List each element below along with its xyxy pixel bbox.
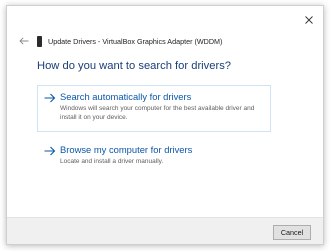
update-drivers-dialog: Update Drivers - VirtualBox Graphics Ada…	[6, 5, 324, 245]
close-icon	[305, 16, 313, 24]
device-icon	[37, 35, 42, 47]
option-description: Windows will search your computer for th…	[60, 105, 255, 121]
back-button[interactable]	[17, 34, 31, 48]
close-button[interactable]	[301, 12, 317, 28]
back-arrow-icon	[19, 37, 29, 45]
dialog-footer: Cancel	[7, 217, 323, 244]
browse-computer-option[interactable]: Browse my computer for drivers Locate an…	[37, 138, 271, 168]
arrow-right-icon	[44, 93, 56, 103]
page-heading: How do you want to search for drivers?	[37, 60, 232, 72]
option-description: Locate and install a driver manually.	[60, 158, 164, 165]
arrow-right-icon	[44, 146, 56, 156]
cancel-button[interactable]: Cancel	[273, 225, 311, 240]
search-automatically-option[interactable]: Search automatically for drivers Windows…	[37, 85, 271, 132]
option-title: Browse my computer for drivers	[60, 144, 193, 155]
option-title: Search automatically for drivers	[60, 91, 192, 102]
window-title-bar: Update Drivers - VirtualBox Graphics Ada…	[37, 34, 222, 48]
window-title: Update Drivers - VirtualBox Graphics Ada…	[48, 36, 223, 46]
